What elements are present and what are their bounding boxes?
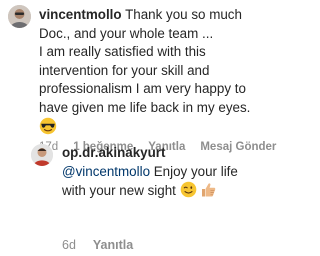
avatar[interactable] — [8, 5, 31, 28]
avatar-photo-icon — [31, 144, 53, 166]
sunglasses-emoji-icon — [39, 117, 57, 135]
winking-face-emoji-icon — [180, 181, 196, 198]
comment-text-line: professionalism I am very happy to — [39, 81, 246, 96]
comment-body: vincentmollo Thank you so much Doc., and… — [39, 6, 294, 138]
reply-meta: 6d Yanıtla — [62, 238, 133, 252]
reply-username[interactable]: op.dr.akinakyurt — [62, 145, 165, 160]
comment-username[interactable]: vincentmollo — [39, 7, 122, 22]
reply-body: op.dr.akinakyurt @vincentmollo Enjoy you… — [62, 144, 294, 201]
comment-text-line: I am really satisfied with this — [39, 44, 206, 59]
mention-link[interactable]: @vincentmollo — [62, 164, 150, 179]
avatar-photo-icon — [8, 5, 31, 28]
comment-text-line: Thank you so much — [125, 7, 242, 22]
comment-text-line: have given me life back in my eyes. — [39, 99, 251, 115]
thumbs-up-emoji-icon — [202, 183, 216, 197]
comment-text-line: intervention for your skill and — [39, 62, 210, 78]
comment-text-line: Doc., and your whole team ... — [39, 25, 214, 41]
reply-text-line: with your new sight — [62, 183, 176, 198]
comments-view: vincentmollo Thank you so much Doc., and… — [0, 0, 300, 256]
reply-button[interactable]: Yanıtla — [93, 238, 133, 252]
reply-text-line: Enjoy your life — [150, 163, 238, 179]
reply-time: 6d — [62, 238, 76, 252]
avatar[interactable] — [31, 144, 53, 166]
